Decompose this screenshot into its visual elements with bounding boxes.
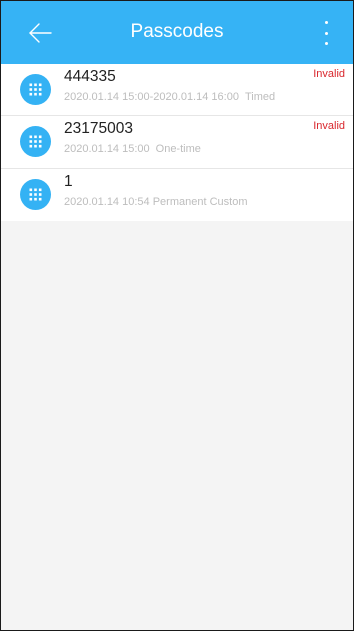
passcode-type: Permanent: [152, 196, 207, 208]
passcode-time: 2020.01.14 15:00-2020.01.14 16:00: [64, 91, 239, 103]
keypad-icon: [20, 179, 51, 210]
passcode-type: One-time: [155, 143, 201, 155]
passcode-value: 23175003: [64, 120, 133, 137]
status-badge: Invalid: [313, 120, 345, 132]
passcode-list: 444335 2020.01.14 15:00-2020.01.14 16:00…: [1, 64, 353, 221]
passcode-meta: 2020.01.14 15:00-2020.01.14 16:00 Timed: [64, 90, 275, 104]
app-frame: Passcodes 444335 2020.01.14 15:00-2020.0…: [0, 0, 354, 631]
passcode-extra: Custom: [209, 196, 248, 208]
dot: [324, 21, 328, 24]
dot: [324, 31, 328, 35]
passcode-list-item[interactable]: 1 2020.01.14 10:54 Permanent Custom: [1, 169, 353, 221]
passcode-list-item[interactable]: 23175003 2020.01.14 15:00 One-time Invali…: [1, 116, 353, 169]
passcode-meta: 2020.01.14 15:00 One-time: [64, 142, 201, 156]
dot: [324, 42, 328, 45]
more-options-icon[interactable]: [321, 21, 331, 45]
passcode-type: Timed: [244, 91, 276, 103]
page-title: Passcodes: [130, 21, 224, 42]
keypad-icon: [20, 74, 51, 105]
keypad-icon: [20, 126, 51, 157]
passcode-list-item[interactable]: 444335 2020.01.14 15:00-2020.01.14 16:00…: [1, 64, 353, 116]
passcode-time: 2020.01.14 15:00: [64, 143, 150, 155]
passcode-value: 444335: [64, 68, 116, 85]
app-header: Passcodes: [1, 1, 353, 64]
passcode-time: 2020.01.14 10:54: [64, 196, 150, 208]
passcode-meta: 2020.01.14 10:54 Permanent Custom: [64, 195, 247, 209]
passcode-value: 1: [64, 173, 73, 190]
status-badge: Invalid: [313, 68, 345, 80]
